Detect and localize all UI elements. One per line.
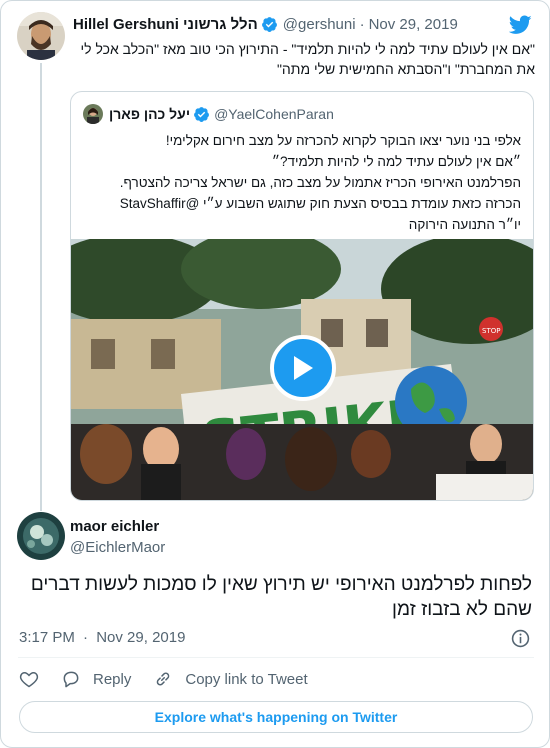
quoted-header: יעל כהן פארן @YaelCohenParan xyxy=(83,104,334,124)
reply-button[interactable]: Reply xyxy=(61,669,131,689)
tweet-time: 3:17 PM xyxy=(19,629,75,646)
verified-badge-icon xyxy=(261,16,278,33)
parent-author-name[interactable]: Hillel Gershuni הלל גרשוני xyxy=(73,16,258,33)
parent-handle[interactable]: @gershuni xyxy=(283,16,356,33)
link-icon xyxy=(157,672,170,686)
quoted-line: אלפי בני נוער יצאו הבוקר לקרוא להכרזה על… xyxy=(165,133,521,148)
quoted-line: הכרזה כזאת עומדת בבסיס הצעת חוק שתוגש הש… xyxy=(119,196,521,211)
svg-text:STOP: STOP xyxy=(482,327,500,335)
heart-icon xyxy=(19,671,39,688)
action-bar: Reply Copy link to Tweet xyxy=(19,669,308,689)
parent-date[interactable]: Nov 29, 2019 xyxy=(369,16,458,33)
quoted-avatar[interactable] xyxy=(83,104,103,124)
twitter-bird-icon[interactable] xyxy=(508,15,532,35)
quoted-tweet[interactable]: יעל כהן פארן @YaelCohenParan אלפי בני נו… xyxy=(70,91,534,501)
main-handle[interactable]: @EichlerMaor xyxy=(70,539,165,556)
like-button[interactable] xyxy=(19,669,39,689)
tweet-date: Nov 29, 2019 xyxy=(96,629,186,646)
quoted-author-name[interactable]: יעל כהן פארן xyxy=(109,106,190,122)
info-icon[interactable] xyxy=(511,629,530,648)
separator-dot: · xyxy=(359,16,365,33)
main-author-name[interactable]: maor eichler xyxy=(70,518,159,535)
reply-label: Reply xyxy=(93,670,132,688)
parent-avatar[interactable] xyxy=(17,12,65,60)
reply-bubble-icon xyxy=(63,671,79,688)
quoted-line: ״אם אין לעולם עתיד למה לי להיות תלמיד?״ xyxy=(271,154,521,169)
quoted-handle[interactable]: @YaelCohenParan xyxy=(214,106,334,122)
thread-line xyxy=(40,63,42,511)
separator-dot: · xyxy=(83,629,89,646)
quoted-line: הפרלמנט האירופי הכריז אתמול על מצב כזה, … xyxy=(119,175,521,190)
copy-link-label: Copy link to Tweet xyxy=(185,670,308,688)
explore-button[interactable]: Explore what's happening on Twitter xyxy=(19,701,533,733)
main-tweet-text: לפחות לפרלמנט האירופי יש תירוץ שאין לו ס… xyxy=(30,574,532,620)
tweet-timestamp[interactable]: 3:17 PM · Nov 29, 2019 xyxy=(19,629,185,646)
quoted-tweet-text: אלפי בני נוער יצאו הבוקר לקרוא להכרזה על… xyxy=(81,130,521,235)
parent-tweet-text: "אם אין לעולם עתיד למה לי להיות תלמיד" -… xyxy=(80,41,535,77)
main-avatar[interactable] xyxy=(17,512,65,560)
video-thumbnail[interactable]: STRIKE STOP xyxy=(71,239,533,500)
play-button[interactable] xyxy=(270,335,336,401)
tweet-embed-card: Hillel Gershuni הלל גרשוני @gershuni · N… xyxy=(0,0,550,748)
parent-header: Hillel Gershuni הלל גרשוני @gershuni · N… xyxy=(73,16,458,33)
play-icon xyxy=(294,356,313,380)
divider xyxy=(18,657,534,658)
quoted-line: יו״ר התנועה הירוקה xyxy=(408,217,521,232)
copy-link-button[interactable]: Copy link to Tweet xyxy=(153,669,308,689)
verified-badge-icon xyxy=(193,106,210,123)
